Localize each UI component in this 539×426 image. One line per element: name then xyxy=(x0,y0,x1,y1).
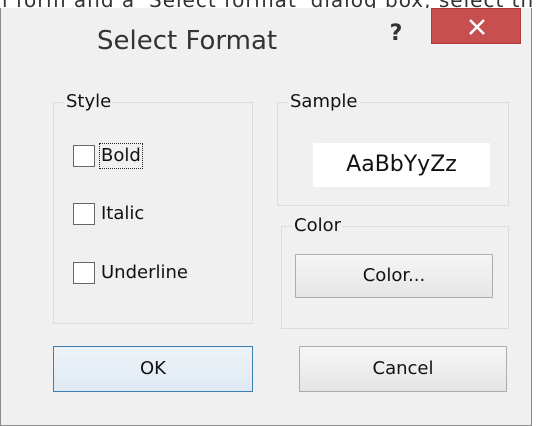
color-group-label: Color xyxy=(292,215,343,236)
italic-label[interactable]: Italic xyxy=(101,203,144,225)
style-group-label: Style xyxy=(64,91,114,112)
bold-checkbox[interactable] xyxy=(73,145,95,167)
sample-text: AaBbYyZz xyxy=(313,143,490,187)
underline-label[interactable]: Underline xyxy=(101,262,188,284)
bold-label[interactable]: Bold xyxy=(99,143,143,169)
close-button[interactable] xyxy=(431,8,521,44)
dialog-title: Select Format xyxy=(97,26,278,56)
cancel-button[interactable]: Cancel xyxy=(299,346,507,392)
underline-checkbox[interactable] xyxy=(73,262,95,284)
color-button[interactable]: Color... xyxy=(295,254,493,298)
ok-button[interactable]: OK xyxy=(53,346,253,392)
close-icon xyxy=(469,19,485,35)
italic-checkbox[interactable] xyxy=(73,203,95,225)
help-button[interactable]: ? xyxy=(381,20,411,48)
select-format-dialog: Select Format ? Style Bold Italic Underl… xyxy=(0,8,532,426)
sample-group-label: Sample xyxy=(288,91,360,112)
